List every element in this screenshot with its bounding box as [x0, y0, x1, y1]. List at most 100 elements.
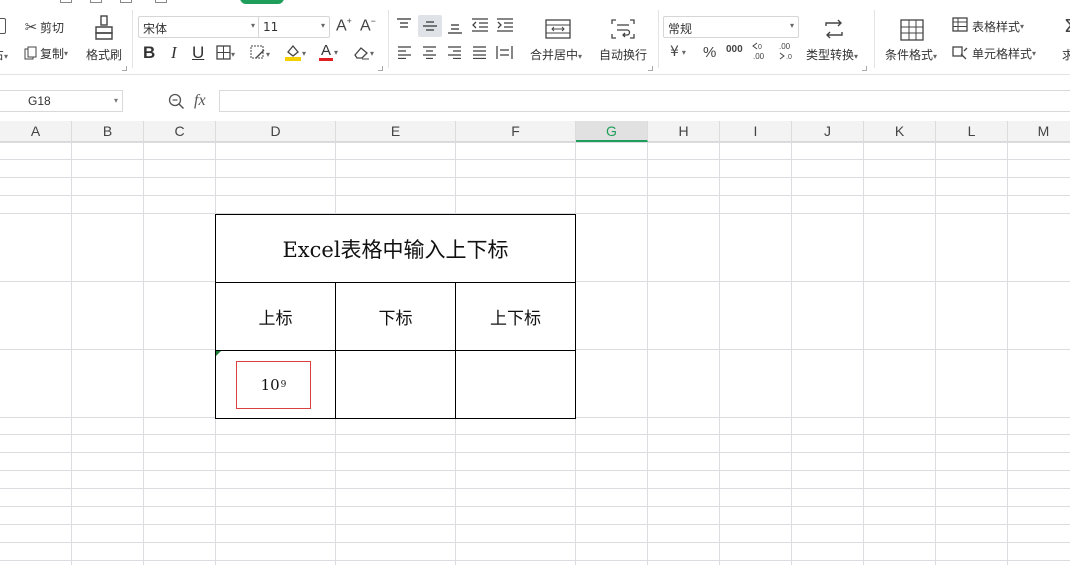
- font-color-button[interactable]: A ▾: [318, 42, 338, 62]
- font-grow-button[interactable]: A+: [336, 16, 352, 35]
- gridline-horizontal: [0, 470, 1070, 471]
- fx-icon[interactable]: fx: [194, 92, 206, 110]
- align-top-icon[interactable]: [396, 18, 412, 35]
- copy-button[interactable]: 复制 ▾: [22, 44, 68, 62]
- gridline-horizontal: [0, 177, 1070, 178]
- gridline-horizontal: [0, 560, 1070, 561]
- sum-label-fragment[interactable]: 求: [1062, 46, 1070, 63]
- table-style-button[interactable]: 表格样式 ▾: [952, 17, 1024, 35]
- gridline-horizontal: [0, 195, 1070, 196]
- underline-button[interactable]: U: [192, 43, 204, 63]
- table-title-cell[interactable]: Excel表格中输入上下标: [216, 215, 575, 282]
- copy-icon: [22, 46, 40, 60]
- column-header-c[interactable]: C: [144, 121, 216, 142]
- font-shrink-button[interactable]: A−: [360, 16, 376, 35]
- distributed-align-icon[interactable]: [496, 45, 513, 63]
- column-header-e[interactable]: E: [336, 121, 456, 142]
- paste-icon[interactable]: [0, 18, 6, 34]
- superscript-exponent: 9: [280, 380, 287, 390]
- fill-color-button[interactable]: ▾: [284, 43, 306, 64]
- gridline-horizontal: [0, 452, 1070, 453]
- column-header-g[interactable]: G: [576, 121, 648, 142]
- format-painter-icon[interactable]: [92, 14, 116, 42]
- column-header-a[interactable]: A: [0, 121, 72, 142]
- yen-icon: ¥: [670, 44, 679, 60]
- header-cell-superscript[interactable]: 上标: [216, 283, 335, 350]
- diagonal-fill-icon: [250, 45, 266, 63]
- conditional-format-icon[interactable]: [898, 18, 926, 42]
- wrap-text-button[interactable]: 自动换行: [599, 46, 647, 63]
- green-tab-fragment[interactable]: [240, 0, 284, 4]
- thousands-separator-button[interactable]: 000: [726, 44, 743, 55]
- gridline-vertical: [719, 142, 720, 565]
- column-header-i[interactable]: I: [720, 121, 792, 142]
- sup-sub-value-cell[interactable]: [456, 351, 575, 418]
- gridline-horizontal: [0, 524, 1070, 525]
- column-header-l[interactable]: L: [936, 121, 1008, 142]
- gridline-vertical: [143, 142, 144, 565]
- font-name-select[interactable]: 宋体 ▾: [138, 16, 260, 38]
- column-header-j[interactable]: J: [792, 121, 864, 142]
- zoom-search-icon[interactable]: [168, 93, 185, 113]
- font-expand-corner[interactable]: [378, 66, 383, 71]
- name-box[interactable]: G18 ▾: [0, 90, 123, 112]
- border-button[interactable]: ▾: [216, 45, 235, 63]
- eraser-icon: [352, 44, 370, 63]
- gridline-horizontal: [0, 159, 1070, 160]
- font-size-select[interactable]: 11 ▾: [258, 16, 330, 38]
- bold-button[interactable]: B: [143, 43, 155, 63]
- align-center-icon[interactable]: [422, 46, 437, 62]
- decrease-indent-icon[interactable]: [471, 18, 489, 35]
- header-cell-sup-sub[interactable]: 上下标: [456, 283, 575, 350]
- align-bottom-icon[interactable]: [447, 20, 463, 37]
- increase-indent-icon[interactable]: [496, 18, 514, 35]
- paint-bucket-icon: [284, 43, 302, 64]
- number-expand-corner[interactable]: [862, 66, 867, 71]
- subscript-value-cell[interactable]: [336, 351, 455, 418]
- cell-style-button[interactable]: 单元格样式 ▾: [952, 44, 1036, 63]
- column-header-h[interactable]: H: [648, 121, 720, 142]
- gridline-vertical: [647, 142, 648, 565]
- ribbon-toolbar: 占▾ ✂ 剪切 复制▾ 格式刷 宋体▾ 11▾ A+ A− B I U ▾ ▾ …: [0, 0, 1070, 75]
- gridline-horizontal: [0, 142, 1070, 143]
- paste-label-fragment[interactable]: 占▾: [0, 46, 8, 63]
- conditional-format-button[interactable]: 条件格式▾: [885, 46, 937, 63]
- italic-button[interactable]: I: [171, 43, 177, 63]
- type-convert-icon[interactable]: [820, 18, 848, 40]
- formula-input[interactable]: [219, 90, 1070, 112]
- cut-button[interactable]: ✂ 剪切: [22, 18, 64, 36]
- merge-center-button[interactable]: 合并居中▾: [530, 46, 582, 63]
- superscript-base: 10: [260, 376, 280, 394]
- increase-decimal-icon[interactable]: 0.00: [751, 41, 771, 64]
- superscript-value-cell[interactable]: 10 9: [236, 361, 311, 409]
- clear-format-button[interactable]: ▾: [352, 44, 374, 63]
- wrap-text-icon[interactable]: [610, 18, 636, 40]
- align-left-icon[interactable]: [397, 46, 412, 62]
- border-icon: [216, 45, 231, 63]
- cell-style-brush-button[interactable]: ▾: [250, 45, 270, 63]
- alignment-expand-corner[interactable]: [648, 66, 653, 71]
- justify-icon[interactable]: [472, 46, 487, 62]
- gridline-vertical: [1007, 142, 1008, 565]
- column-header-m[interactable]: M: [1008, 121, 1070, 142]
- type-convert-button[interactable]: 类型转换▾: [806, 46, 858, 63]
- column-header-d[interactable]: D: [216, 121, 336, 142]
- decrease-decimal-icon[interactable]: .00.0: [777, 41, 797, 64]
- currency-button[interactable]: ¥ ▾: [670, 44, 686, 60]
- column-header-b[interactable]: B: [72, 121, 144, 142]
- scissors-icon: ✂: [24, 18, 38, 36]
- format-painter-label[interactable]: 格式刷: [86, 46, 122, 63]
- svg-text:.00: .00: [779, 42, 791, 51]
- number-format-select[interactable]: 常规 ▾: [663, 16, 799, 38]
- merge-center-icon[interactable]: [544, 18, 572, 40]
- clipboard-expand-corner[interactable]: [122, 66, 127, 71]
- align-middle-icon[interactable]: [418, 15, 442, 37]
- sum-icon[interactable]: Σ: [1064, 16, 1070, 37]
- align-right-icon[interactable]: [447, 46, 462, 62]
- percent-button[interactable]: %: [703, 44, 716, 61]
- column-header-f[interactable]: F: [456, 121, 576, 142]
- quick-access-fragment: [60, 0, 210, 4]
- column-header-k[interactable]: K: [864, 121, 936, 142]
- svg-text:.0: .0: [786, 54, 792, 61]
- header-cell-subscript[interactable]: 下标: [336, 283, 455, 350]
